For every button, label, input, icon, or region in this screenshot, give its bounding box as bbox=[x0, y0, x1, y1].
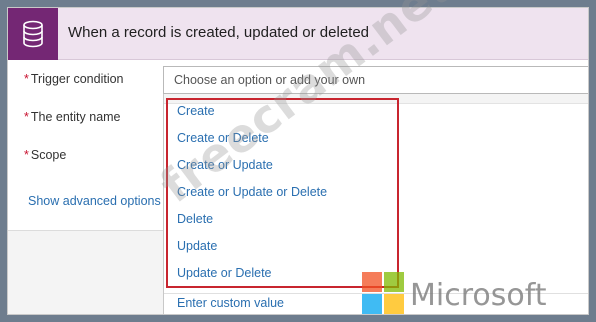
required-marker: * bbox=[24, 148, 29, 162]
trigger-condition-input[interactable]: Choose an option or add your own bbox=[163, 66, 588, 94]
dropdown-divider bbox=[164, 293, 588, 294]
connector-icon-box bbox=[8, 8, 58, 60]
option-create-or-delete[interactable]: Create or Delete bbox=[177, 131, 269, 145]
database-icon bbox=[23, 20, 43, 48]
show-advanced-options-link[interactable]: Show advanced options bbox=[28, 194, 161, 208]
option-create-or-update-or-delete[interactable]: Create or Update or Delete bbox=[177, 185, 327, 199]
trigger-card: When a record is created, updated or del… bbox=[7, 7, 589, 315]
enter-custom-value-option[interactable]: Enter custom value bbox=[177, 296, 284, 310]
footer-area bbox=[8, 231, 166, 314]
option-delete[interactable]: Delete bbox=[177, 212, 213, 226]
option-update[interactable]: Update bbox=[177, 239, 217, 253]
option-create[interactable]: Create bbox=[177, 104, 215, 118]
option-update-or-delete[interactable]: Update or Delete bbox=[177, 266, 272, 280]
scope-label: * Scope bbox=[24, 148, 67, 162]
option-create-or-update[interactable]: Create or Update bbox=[177, 158, 273, 172]
dropdown-header-strip bbox=[164, 94, 588, 104]
card-header[interactable]: When a record is created, updated or del… bbox=[8, 8, 588, 60]
required-marker: * bbox=[24, 72, 29, 86]
trigger-condition-dropdown: Create Create or Delete Create or Update… bbox=[163, 94, 588, 314]
trigger-title: When a record is created, updated or del… bbox=[68, 24, 370, 41]
entity-name-label: * The entity name bbox=[24, 110, 121, 124]
trigger-condition-label: * Trigger condition bbox=[24, 72, 124, 86]
required-marker: * bbox=[24, 110, 29, 124]
